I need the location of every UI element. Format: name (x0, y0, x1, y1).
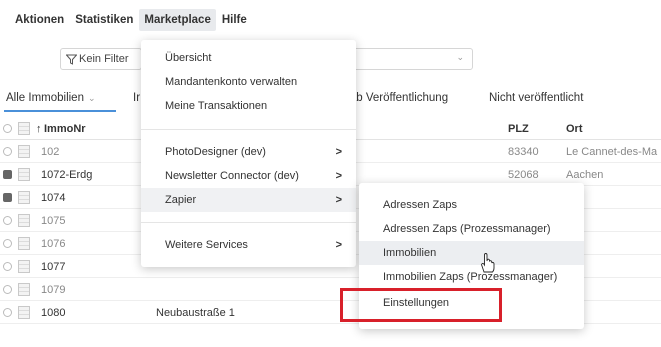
highlight-einstellungen (340, 288, 502, 322)
menu-statistiken[interactable]: Statistiken (70, 9, 138, 31)
filter-label: Kein Filter (79, 53, 129, 65)
submenu-item-immobilien[interactable]: Immobilien (359, 241, 584, 265)
submenu-item-label: Adressen Zaps (383, 199, 457, 211)
row-immonr: 1076 (41, 238, 66, 250)
column-config-icon[interactable] (18, 122, 30, 135)
select-all-checkbox[interactable] (3, 124, 12, 133)
row-checkbox[interactable] (3, 262, 12, 271)
menu-hilfe[interactable]: Hilfe (217, 9, 252, 31)
menu-aktionen[interactable]: Aktionen (10, 9, 69, 31)
row-immonr: 1075 (41, 215, 66, 227)
row-checkbox[interactable] (3, 216, 12, 225)
column-header-immonr[interactable]: ImmoNr (44, 123, 86, 135)
tab-partial[interactable]: Ir (133, 92, 140, 104)
submenu-item-label: Immobilien Zaps (Prozessmanager) (383, 271, 558, 283)
secondary-select[interactable]: ⌄ (338, 48, 473, 70)
tab-label: Alle Immobilien (6, 92, 84, 104)
menu-item-label: PhotoDesigner (dev) (165, 146, 266, 158)
tab-nicht-veroeffentlicht[interactable]: Nicht veröffentlicht (489, 92, 583, 104)
row-immonr: 1077 (41, 261, 66, 273)
row-immonr: 1079 (41, 284, 66, 296)
chevron-down-icon: ⌄ (87, 93, 96, 103)
chevron-right-icon: > (335, 170, 342, 182)
menu-item-label: Newsletter Connector (dev) (165, 170, 299, 182)
menu-divider (141, 222, 356, 223)
property-icon (18, 168, 30, 181)
row-immonr: 1072-Erdg (41, 169, 93, 181)
row-plz: 52068 (508, 169, 539, 181)
menu-divider (141, 129, 356, 130)
menu-item-label: Übersicht (165, 52, 212, 64)
row-checkbox[interactable] (3, 239, 12, 248)
row-checkbox[interactable] (3, 193, 12, 202)
row-immonr: 102 (41, 146, 60, 158)
property-icon (18, 145, 30, 158)
marketplace-dropdown: Übersicht Mandantenkonto verwalten Meine… (141, 40, 356, 267)
row-ort: Le Cannet-des-Ma (566, 146, 658, 158)
column-header-ort[interactable]: Ort (566, 123, 583, 135)
column-header-plz[interactable]: PLZ (508, 123, 529, 135)
row-immonr: 1080 (41, 307, 66, 319)
submenu-item-adressen-zaps[interactable]: Adressen Zaps (359, 193, 584, 217)
submenu-item-immobilien-zaps-prozessmanager[interactable]: Immobilien Zaps (Prozessmanager) (359, 265, 584, 289)
menu-item-transaktionen[interactable]: Meine Transaktionen (141, 94, 356, 118)
property-icon (18, 283, 30, 296)
tab-alle-immobilien[interactable]: Alle Immobilien ⌄ (6, 92, 96, 104)
row-checkbox[interactable] (3, 308, 12, 317)
menu-item-label: Zapier (165, 194, 197, 206)
menu-item-weitere-services[interactable]: Weitere Services > (141, 233, 356, 257)
submenu-item-label: Immobilien (383, 247, 437, 259)
row-checkbox[interactable] (3, 285, 12, 294)
property-icon (18, 306, 30, 319)
chevron-right-icon: > (335, 146, 342, 158)
row-immonr: 1074 (41, 192, 66, 204)
menu-item-photodesigner[interactable]: PhotoDesigner (dev) > (141, 140, 356, 164)
submenu-item-label: Adressen Zaps (Prozessmanager) (383, 223, 551, 235)
row-street: Neubaustraße 1 (156, 307, 235, 319)
menu-bar: Aktionen Statistiken Marketplace Hilfe (0, 0, 661, 40)
menu-item-zapier[interactable]: Zapier > (141, 188, 356, 212)
submenu-item-adressen-zaps-prozessmanager[interactable]: Adressen Zaps (Prozessmanager) (359, 217, 584, 241)
property-icon (18, 191, 30, 204)
tab-ab-veroeffentlichung[interactable]: rab Veröffentlichung (346, 92, 448, 104)
chevron-right-icon: > (335, 239, 342, 251)
row-checkbox[interactable] (3, 147, 12, 156)
active-tab-indicator (4, 110, 116, 112)
menu-marketplace[interactable]: Marketplace (139, 9, 216, 31)
menu-item-label: Weitere Services (165, 239, 248, 251)
property-icon (18, 237, 30, 250)
menu-item-mandantenkonto[interactable]: Mandantenkonto verwalten (141, 70, 356, 94)
menu-item-uebersicht[interactable]: Übersicht (141, 46, 356, 70)
property-icon (18, 214, 30, 227)
property-icon (18, 260, 30, 273)
row-checkbox[interactable] (3, 170, 12, 179)
hand-cursor-icon (481, 253, 495, 273)
chevron-right-icon: > (335, 194, 342, 206)
row-ort: Aachen (566, 169, 604, 181)
filter-icon (66, 54, 77, 65)
sort-asc-icon: ↑ (36, 123, 42, 135)
menu-item-newsletter-connector[interactable]: Newsletter Connector (dev) > (141, 164, 356, 188)
chevron-down-icon: ⌄ (456, 52, 464, 62)
menu-item-label: Mandantenkonto verwalten (165, 76, 298, 88)
filter-dropdown[interactable]: Kein Filter (60, 48, 142, 70)
row-plz: 83340 (508, 146, 539, 158)
menu-item-label: Meine Transaktionen (165, 100, 268, 112)
